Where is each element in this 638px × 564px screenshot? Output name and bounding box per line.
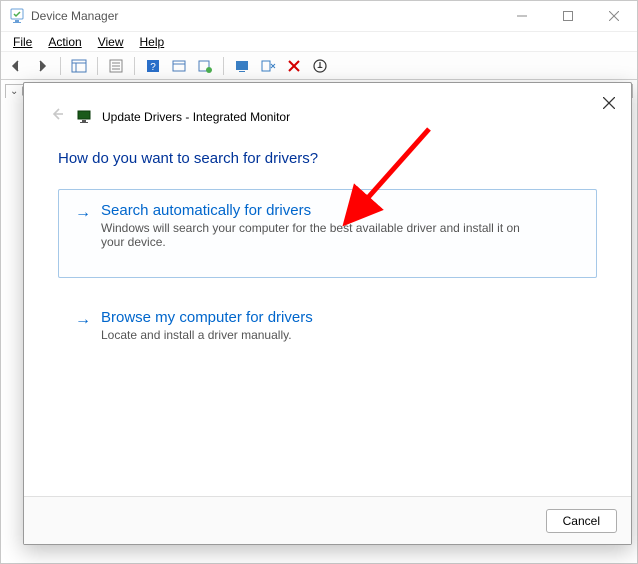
nav-forward-icon[interactable] (31, 55, 53, 77)
dialog-title: Update Drivers - Integrated Monitor (102, 110, 290, 124)
window-title: Device Manager (31, 9, 499, 23)
window-controls (499, 1, 637, 31)
menu-action-label: Action (48, 35, 81, 49)
menu-view-label: View (98, 35, 124, 49)
dialog-body: How do you want to search for drivers? →… (24, 128, 631, 496)
app-icon (9, 8, 25, 24)
titlebar: Device Manager (1, 1, 637, 31)
dialog-close-button[interactable] (595, 89, 623, 117)
option-auto-desc: Windows will search your computer for th… (101, 221, 541, 249)
option-browse-desc: Locate and install a driver manually. (101, 328, 313, 342)
option-search-automatically[interactable]: → Search automatically for drivers Windo… (58, 189, 597, 278)
show-hide-tree-icon[interactable] (68, 55, 90, 77)
menu-action[interactable]: Action (40, 33, 89, 51)
monitor-icon (76, 109, 92, 125)
dialog-footer: Cancel (24, 496, 631, 544)
arrow-right-icon: → (75, 309, 91, 342)
maximize-button[interactable] (545, 1, 591, 31)
cancel-button[interactable]: Cancel (546, 509, 617, 533)
option-browse-title: Browse my computer for drivers (101, 309, 313, 326)
enable-device-icon[interactable] (309, 55, 331, 77)
menu-help[interactable]: Help (132, 33, 173, 51)
chevron-down-icon[interactable]: ⌄ (10, 86, 18, 97)
uninstall-device-icon[interactable] (257, 55, 279, 77)
menu-view[interactable]: View (90, 33, 132, 51)
menu-help-label: Help (140, 35, 165, 49)
disable-device-icon[interactable] (283, 55, 305, 77)
menu-file-label: File (13, 35, 32, 49)
update-driver-icon[interactable] (231, 55, 253, 77)
update-drivers-dialog: Update Drivers - Integrated Monitor How … (23, 82, 632, 545)
scan-hardware-icon[interactable] (168, 55, 190, 77)
back-arrow-icon[interactable] (48, 105, 66, 128)
dialog-header: Update Drivers - Integrated Monitor (24, 83, 631, 128)
menu-file[interactable]: File (5, 33, 40, 51)
option-browse-computer[interactable]: → Browse my computer for drivers Locate … (58, 296, 597, 357)
minimize-button[interactable] (499, 1, 545, 31)
menubar: File Action View Help (1, 31, 637, 52)
svg-text:?: ? (150, 62, 156, 73)
nav-back-icon[interactable] (5, 55, 27, 77)
option-auto-title: Search automatically for drivers (101, 202, 541, 219)
close-button[interactable] (591, 1, 637, 31)
help-icon[interactable]: ? (142, 55, 164, 77)
toolbar: ? (1, 52, 637, 80)
arrow-right-icon: → (75, 202, 91, 249)
properties-icon[interactable] (105, 55, 127, 77)
dialog-question: How do you want to search for drivers? (58, 150, 597, 167)
add-legacy-hardware-icon[interactable] (194, 55, 216, 77)
